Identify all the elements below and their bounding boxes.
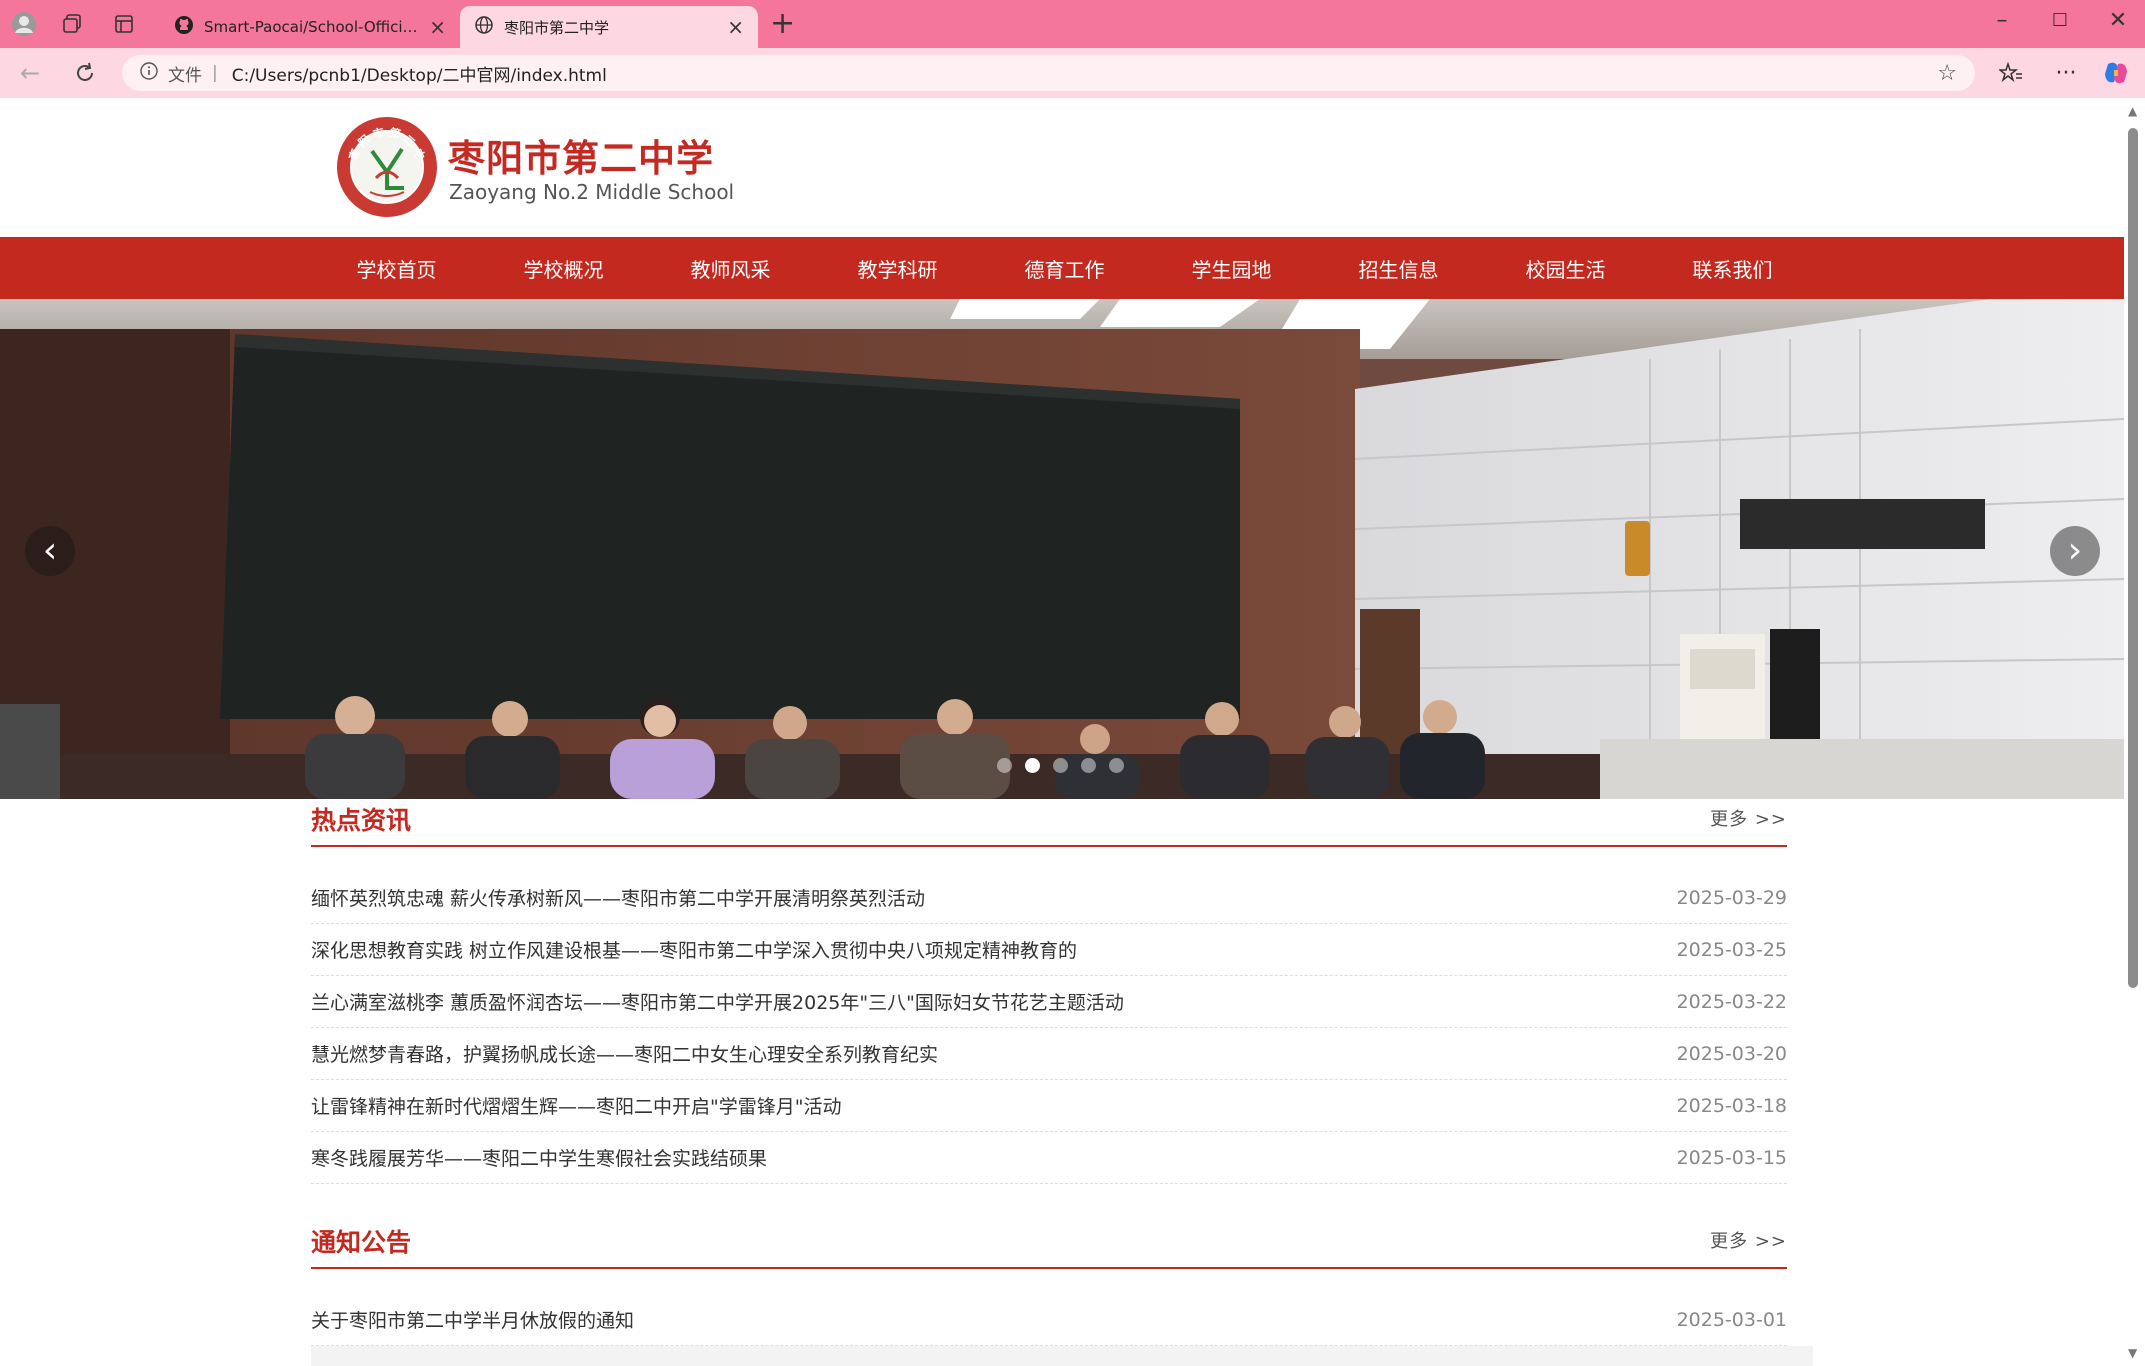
slider-dot-1[interactable] bbox=[997, 758, 1012, 773]
nav-item-research[interactable]: 教学科研 bbox=[814, 237, 981, 299]
news-date: 2025-03-15 bbox=[1676, 1146, 1787, 1169]
url-text[interactable]: C:/Users/pcnb1/Desktop/二中官网/index.html bbox=[232, 61, 607, 86]
info-icon[interactable] bbox=[140, 61, 158, 85]
favorites-icon[interactable] bbox=[1995, 58, 2027, 88]
slider-dot-3[interactable] bbox=[1053, 758, 1068, 773]
list-item[interactable]: 深化思想教育实践 树立作风建设根基——枣阳市第二中学深入贯彻中央八项规定精神教育… bbox=[311, 924, 1787, 976]
tab-title: Smart-Paocai/School-Official-Wel bbox=[204, 18, 423, 36]
close-tab-icon[interactable]: × bbox=[727, 15, 744, 39]
slider-dot-2[interactable] bbox=[1025, 758, 1040, 773]
site-title[interactable]: 枣阳市第二中学 bbox=[448, 128, 714, 182]
more-link[interactable]: 更多 >> bbox=[1710, 1227, 1787, 1253]
nav-item-home[interactable]: 学校首页 bbox=[313, 237, 480, 299]
list-item[interactable]: 缅怀英烈筑忠魂 薪火传承树新风——枣阳市第二中学开展清明祭英烈活动 2025-0… bbox=[311, 872, 1787, 924]
news-title[interactable]: 让雷锋精神在新时代熠熠生辉——枣阳二中开启"学雷锋月"活动 bbox=[311, 1092, 841, 1119]
news-date: 2025-03-20 bbox=[1676, 1042, 1787, 1065]
scroll-down-icon[interactable]: ▼ bbox=[2128, 1346, 2137, 1360]
nav-item-teachers[interactable]: 教师风采 bbox=[647, 237, 814, 299]
list-item[interactable]: 寒冬践履展芳华——枣阳二中学生寒假社会实践结硕果 2025-03-15 bbox=[311, 1132, 1787, 1184]
news-title[interactable]: 缅怀英烈筑忠魂 薪火传承树新风——枣阳市第二中学开展清明祭英烈活动 bbox=[311, 884, 925, 911]
section-title: 通知公告 bbox=[311, 1228, 412, 1257]
new-tab-button[interactable]: + bbox=[770, 9, 795, 39]
minimize-icon[interactable]: – bbox=[1982, 8, 2022, 33]
nav-item-admissions[interactable]: 招生信息 bbox=[1315, 237, 1482, 299]
main-navigation: 学校首页 学校概况 教师风采 教学科研 德育工作 学生园地 招生信息 校园生活 … bbox=[0, 237, 2124, 299]
slider-dot-4[interactable] bbox=[1081, 758, 1096, 773]
back-icon[interactable]: ← bbox=[15, 58, 45, 88]
nav-item-students[interactable]: 学生园地 bbox=[1148, 237, 1315, 299]
slider-prev-button[interactable]: ‹ bbox=[25, 526, 75, 576]
notice-list: 关于枣阳市第二中学半月休放假的通知 2025-03-01 bbox=[311, 1294, 1787, 1346]
github-icon bbox=[174, 15, 194, 39]
vertical-tabs-icon[interactable] bbox=[110, 10, 138, 38]
favorite-star-icon[interactable]: ☆ bbox=[1937, 61, 1957, 86]
nav-item-overview[interactable]: 学校概况 bbox=[480, 237, 647, 299]
browser-titlebar: Smart-Paocai/School-Official-Wel × 枣阳市第二… bbox=[0, 0, 2145, 48]
section-title: 热点资讯 bbox=[311, 806, 412, 835]
more-link[interactable]: 更多 >> bbox=[1710, 805, 1787, 831]
slider-next-button[interactable]: › bbox=[2050, 526, 2100, 576]
scrollbar-thumb[interactable] bbox=[2128, 128, 2138, 988]
news-date: 2025-03-22 bbox=[1676, 990, 1787, 1013]
news-title[interactable]: 深化思想教育实践 树立作风建设根基——枣阳市第二中学深入贯彻中央八项规定精神教育… bbox=[311, 936, 1077, 963]
address-bar[interactable]: 文件 | C:/Users/pcnb1/Desktop/二中官网/index.h… bbox=[122, 55, 1975, 91]
copilot-icon[interactable] bbox=[2100, 58, 2132, 88]
nav-item-moral-education[interactable]: 德育工作 bbox=[981, 237, 1148, 299]
collections-icon[interactable] bbox=[58, 10, 86, 38]
notice-title[interactable]: 关于枣阳市第二中学半月休放假的通知 bbox=[311, 1306, 634, 1333]
nav-item-campus-life[interactable]: 校园生活 bbox=[1482, 237, 1649, 299]
notice-date: 2025-03-01 bbox=[1676, 1308, 1787, 1331]
slider-dots bbox=[997, 758, 1124, 773]
news-date: 2025-03-29 bbox=[1676, 886, 1787, 909]
news-title[interactable]: 寒冬践履展芳华——枣阳二中学生寒假社会实践结硕果 bbox=[311, 1144, 767, 1171]
list-item[interactable]: 关于枣阳市第二中学半月休放假的通知 2025-03-01 bbox=[311, 1294, 1787, 1346]
nav-item-contact[interactable]: 联系我们 bbox=[1649, 237, 1816, 299]
tab-school-site[interactable]: 枣阳市第二中学 × bbox=[460, 6, 758, 48]
site-header: 枣 阳 市 第 二 中 学 枣阳市第二中学 Zaoyang No.2 Middl… bbox=[0, 98, 2124, 237]
close-window-icon[interactable]: ✕ bbox=[2098, 8, 2138, 33]
banner-image bbox=[0, 299, 2124, 799]
refresh-icon[interactable] bbox=[70, 58, 100, 88]
globe-icon bbox=[474, 15, 494, 39]
section-header: 通知公告 更多 >> bbox=[311, 1221, 1787, 1269]
list-item[interactable]: 兰心满室滋桃李 蕙质盈怀润杏坛——枣阳市第二中学开展2025年"三八"国际妇女节… bbox=[311, 976, 1787, 1028]
site-subtitle: Zaoyang No.2 Middle School bbox=[449, 180, 735, 204]
profile-icon[interactable] bbox=[10, 10, 38, 38]
page-scrollbar[interactable]: ▲ ▼ bbox=[2124, 98, 2145, 1366]
maximize-icon[interactable]: ☐ bbox=[2040, 10, 2080, 31]
more-menu-icon[interactable]: ··· bbox=[2050, 58, 2082, 88]
tab-github[interactable]: Smart-Paocai/School-Official-Wel × bbox=[160, 6, 460, 48]
news-title[interactable]: 兰心满室滋桃李 蕙质盈怀润杏坛——枣阳市第二中学开展2025年"三八"国际妇女节… bbox=[311, 988, 1124, 1015]
scroll-up-icon[interactable]: ▲ bbox=[2128, 104, 2137, 118]
next-row-background bbox=[311, 1346, 1813, 1366]
notices-section: 通知公告 更多 >> 关于枣阳市第二中学半月休放假的通知 2025-03-01 bbox=[311, 1221, 1787, 1346]
file-label: 文件 bbox=[168, 65, 202, 86]
news-list: 缅怀英烈筑忠魂 薪火传承树新风——枣阳市第二中学开展清明祭英烈活动 2025-0… bbox=[311, 872, 1787, 1184]
school-logo[interactable]: 枣 阳 市 第 二 中 学 bbox=[331, 105, 438, 218]
section-header: 热点资讯 更多 >> bbox=[311, 799, 1787, 847]
slider-dot-5[interactable] bbox=[1109, 758, 1124, 773]
news-date: 2025-03-25 bbox=[1676, 938, 1787, 961]
news-date: 2025-03-18 bbox=[1676, 1094, 1787, 1117]
list-item[interactable]: 让雷锋精神在新时代熠熠生辉——枣阳二中开启"学雷锋月"活动 2025-03-18 bbox=[311, 1080, 1787, 1132]
tab-title: 枣阳市第二中学 bbox=[504, 18, 610, 37]
hot-news-section: 热点资讯 更多 >> 缅怀英烈筑忠魂 薪火传承树新风——枣阳市第二中学开展清明祭… bbox=[311, 799, 1787, 1184]
page-viewport: 枣 阳 市 第 二 中 学 枣阳市第二中学 Zaoyang No.2 Middl… bbox=[0, 98, 2124, 1366]
banner-carousel: ‹ › bbox=[0, 299, 2124, 799]
news-title[interactable]: 慧光燃梦青春路，护翼扬帆成长途——枣阳二中女生心理安全系列教育纪实 bbox=[311, 1040, 938, 1067]
browser-toolbar: ← 文件 | C:/Users/pcnb1/Desktop/二中官网/index… bbox=[0, 48, 2145, 98]
close-tab-icon[interactable]: × bbox=[429, 15, 446, 39]
list-item[interactable]: 慧光燃梦青春路，护翼扬帆成长途——枣阳二中女生心理安全系列教育纪实 2025-0… bbox=[311, 1028, 1787, 1080]
